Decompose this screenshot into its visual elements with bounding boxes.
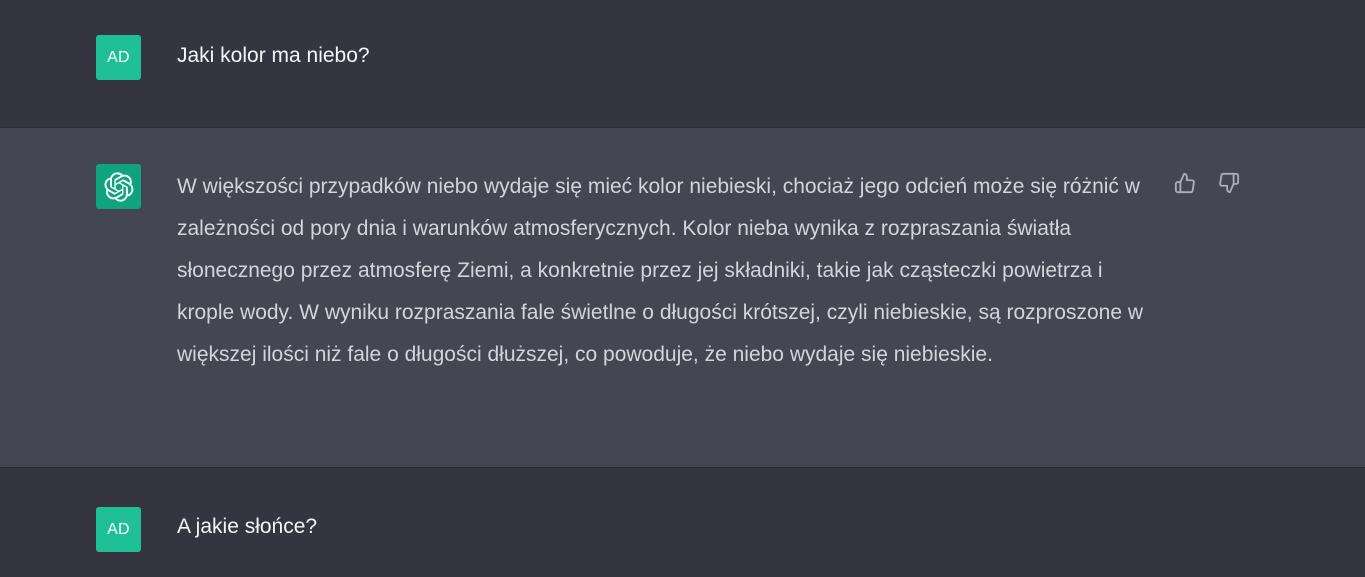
assistant-avatar [96,164,141,209]
openai-logo-icon [103,171,133,202]
thumbs-up-icon [1174,172,1195,194]
user-message: AD A jakie słońce? [0,468,1365,577]
user-message: AD Jaki kolor ma niebo? [0,0,1365,127]
user-avatar: AD [96,507,141,552]
thumbs-down-button[interactable] [1216,170,1242,196]
thumbs-up-button[interactable] [1172,170,1198,196]
assistant-message: W większości przypadków niebo wydaje się… [0,127,1365,468]
chat-thread: AD Jaki kolor ma niebo? W większości prz… [0,0,1365,577]
thumbs-down-icon [1219,172,1240,194]
assistant-message-text: W większości przypadków niebo wydaje się… [177,175,1144,366]
feedback-actions [1172,170,1242,196]
user-message-text: A jakie słońce? [177,515,318,538]
user-message-text: Jaki kolor ma niebo? [177,44,370,67]
user-avatar: AD [96,35,141,80]
